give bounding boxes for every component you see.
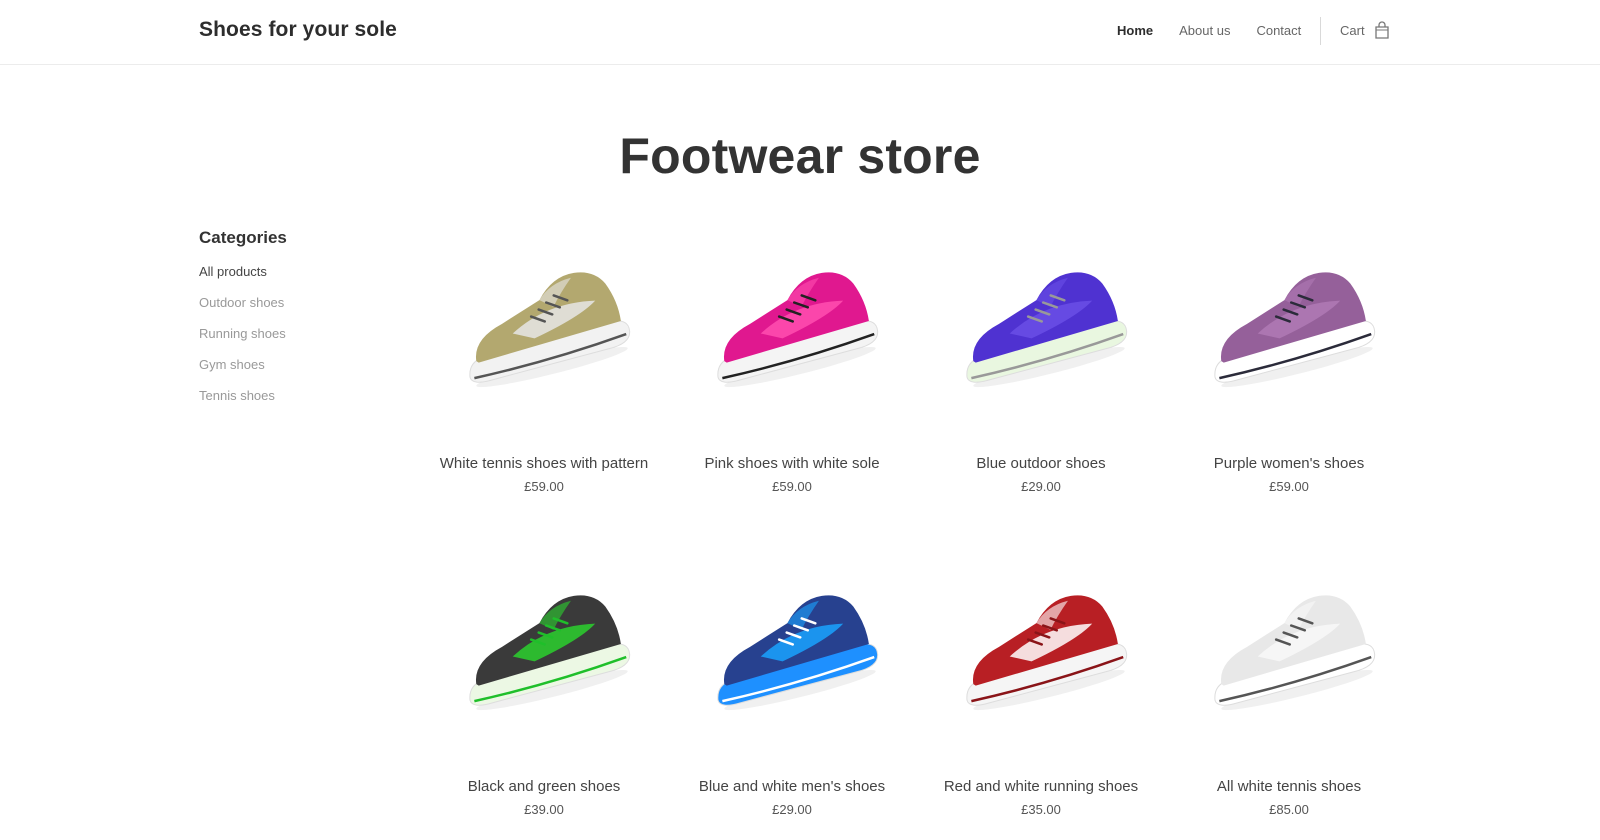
shoe-image <box>966 595 1128 711</box>
shoe-image <box>717 272 879 388</box>
product-name[interactable]: All white tennis shoes <box>1165 778 1413 795</box>
product-card[interactable]: All white tennis shoes £85.00 <box>1165 563 1413 817</box>
product-price: £39.00 <box>524 802 564 817</box>
category-sidebar: Categories All products Outdoor shoes Ru… <box>199 228 379 419</box>
product-price: £59.00 <box>524 479 564 494</box>
category-link-tennis-shoes[interactable]: Tennis shoes <box>199 388 379 419</box>
shoe-group <box>717 595 879 711</box>
shoe-image <box>717 595 879 711</box>
shoe-group <box>717 272 879 388</box>
category-link-outdoor-shoes[interactable]: Outdoor shoes <box>199 295 379 326</box>
shoe-image <box>469 272 631 388</box>
product-name[interactable]: Pink shoes with white sole <box>668 455 916 472</box>
product-name[interactable]: Blue and white men's shoes <box>668 778 916 795</box>
category-link-all-products[interactable]: All products <box>199 264 379 295</box>
product-price: £85.00 <box>1269 802 1309 817</box>
shoe-group <box>1214 595 1376 711</box>
shoe-image <box>469 595 631 711</box>
main-nav: Home About us Contact <box>1117 23 1327 38</box>
product-card[interactable]: Blue and white men's shoes £29.00 <box>668 563 916 817</box>
product-name[interactable]: Purple women's shoes <box>1165 455 1413 472</box>
product-price: £59.00 <box>772 479 812 494</box>
product-name[interactable]: Blue outdoor shoes <box>917 455 1165 472</box>
nav-link-contact[interactable]: Contact <box>1256 23 1301 38</box>
category-link-running-shoes[interactable]: Running shoes <box>199 326 379 357</box>
product-card[interactable]: Pink shoes with white sole £59.00 <box>668 240 916 494</box>
product-price: £29.00 <box>1021 479 1061 494</box>
product-name[interactable]: Black and green shoes <box>420 778 668 795</box>
category-link-gym-shoes[interactable]: Gym shoes <box>199 357 379 388</box>
cart-label: Cart <box>1340 22 1365 38</box>
shoe-image <box>1214 272 1376 388</box>
nav-link-about-us[interactable]: About us <box>1179 23 1230 38</box>
shoe-group <box>966 595 1128 711</box>
nav-link-home[interactable]: Home <box>1117 23 1153 38</box>
product-card[interactable]: Black and green shoes £39.00 <box>420 563 668 817</box>
shoe-group <box>469 272 631 388</box>
shopping-bag-icon <box>1374 21 1389 39</box>
shoe-image <box>1214 595 1376 711</box>
brand-logo-link[interactable]: Shoes for your sole <box>199 18 397 42</box>
product-card[interactable]: White tennis shoes with pattern £59.00 <box>420 240 668 494</box>
product-name[interactable]: Red and white running shoes <box>917 778 1165 795</box>
product-card[interactable]: Blue outdoor shoes £29.00 <box>917 240 1165 494</box>
product-price: £29.00 <box>772 802 812 817</box>
product-card[interactable]: Purple women's shoes £59.00 <box>1165 240 1413 494</box>
shoe-group <box>469 595 631 711</box>
product-price: £35.00 <box>1021 802 1061 817</box>
product-card[interactable]: Red and white running shoes £35.00 <box>917 563 1165 817</box>
product-price: £59.00 <box>1269 479 1309 494</box>
shoe-image <box>966 272 1128 388</box>
categories-heading: Categories <box>199 228 287 247</box>
shoe-group <box>966 272 1128 388</box>
nav-divider <box>1320 17 1321 45</box>
product-name[interactable]: White tennis shoes with pattern <box>420 455 668 472</box>
site-header: Shoes for your sole Home About us Contac… <box>0 0 1600 65</box>
cart-link[interactable]: Cart <box>1340 21 1390 39</box>
shoe-group <box>1214 272 1376 388</box>
page-title: Footwear store <box>619 128 981 184</box>
